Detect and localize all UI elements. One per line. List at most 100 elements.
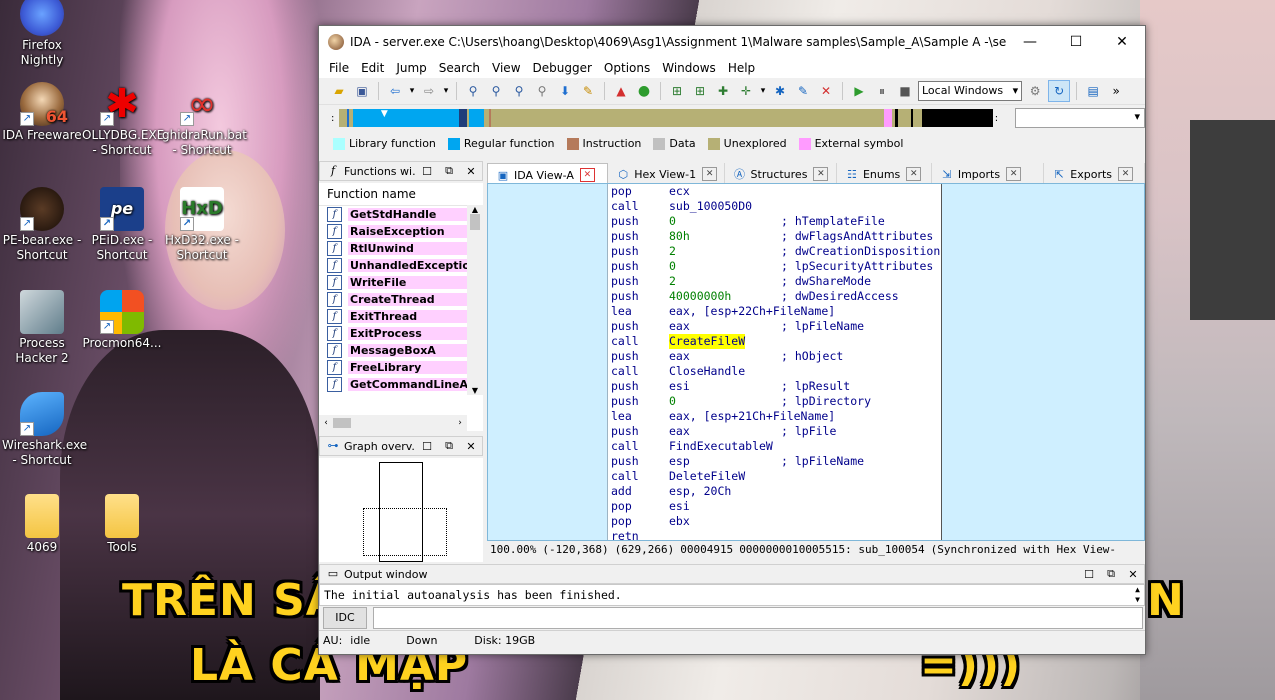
desktop-icon-ghidra[interactable]: ∞ ↗ ghidraRun.bat - Shortcut — [162, 82, 247, 158]
list-item[interactable]: f FreeLibrary — [319, 359, 483, 376]
operand[interactable]: 80h — [669, 229, 781, 244]
navigation-band[interactable]: ▼ — [338, 109, 993, 127]
disasm-line[interactable]: push eax; hObject — [608, 349, 941, 364]
forward-arrow-icon[interactable]: ⇨ — [419, 81, 439, 101]
desktop-icon-firefox[interactable]: Firefox Nightly — [2, 0, 82, 68]
graph-overview-header[interactable]: ⊶ Graph overv... ☐ ⧉ ✕ — [319, 436, 483, 456]
chevron-down-icon[interactable]: ▾ — [442, 81, 450, 101]
sparkle-icon[interactable]: ✱ — [770, 81, 790, 101]
toolbar-overflow-icon[interactable]: » — [1106, 81, 1126, 101]
minimize-button[interactable]: — — [1007, 26, 1053, 58]
edit-icon[interactable]: ✎ — [793, 81, 813, 101]
disasm-line[interactable]: pop esi — [608, 499, 941, 514]
delete-x-icon[interactable]: ✕ — [816, 81, 836, 101]
list-item[interactable]: f RtlUnwind — [319, 240, 483, 257]
list-item[interactable]: f ExitProcess — [319, 325, 483, 342]
tab-close-icon[interactable]: ✕ — [579, 168, 595, 182]
tab-close-icon[interactable]: ✕ — [1118, 167, 1134, 181]
scroll-thumb[interactable] — [333, 418, 351, 428]
pane-float-icon[interactable]: ⧉ — [1100, 567, 1122, 581]
list-item[interactable]: f UnhandledException — [319, 257, 483, 274]
operand[interactable]: DeleteFileW — [669, 469, 745, 484]
graph-viewport-rect[interactable] — [363, 508, 447, 556]
operand[interactable]: eax, [esp+22Ch+FileName] — [669, 304, 835, 319]
notes-icon[interactable]: ▤ — [1083, 81, 1103, 101]
list-item[interactable]: f MessageBoxA — [319, 342, 483, 359]
disasm-line[interactable]: push eax; lpFile — [608, 424, 941, 439]
pause-icon[interactable]: ⏸ — [872, 81, 892, 101]
warning-icon[interactable]: ▲ — [611, 81, 631, 101]
binoculars-text-icon[interactable]: ⚲ — [486, 81, 506, 101]
desktop-folder-4069[interactable]: 4069 — [2, 494, 82, 555]
add-branch-icon[interactable]: ✛ — [736, 81, 756, 101]
operand[interactable]: eax — [669, 349, 781, 364]
scroll-right-icon[interactable]: › — [453, 418, 467, 428]
disasm-line[interactable]: call CreateFileW — [608, 334, 941, 349]
disasm-line[interactable]: push 0; lpDirectory — [608, 394, 941, 409]
functions-vertical-scrollbar[interactable]: ▲ ▼ — [467, 205, 483, 395]
disasm-line[interactable]: pop ebx — [608, 514, 941, 529]
desktop-icon-ollydbg[interactable]: ✱ ↗ OLLYDBG.EXE - Shortcut — [82, 82, 164, 158]
tab-close-icon[interactable]: ✕ — [813, 167, 829, 181]
tab-hex-view-1[interactable]: ⬡ Hex View-1 ✕ — [608, 163, 725, 185]
function-name-column-header[interactable]: Function name — [319, 183, 483, 206]
menu-edit[interactable]: Edit — [355, 61, 390, 75]
output-log[interactable]: The initial autoanalysis has been finish… — [319, 584, 1145, 606]
binoculars-hex-icon[interactable]: ⚲ — [509, 81, 529, 101]
stop-icon[interactable]: ■ — [895, 81, 915, 101]
output-window-header[interactable]: ▭ Output window ☐ ⧉ ✕ — [319, 564, 1145, 584]
disasm-line[interactable]: call CloseHandle — [608, 364, 941, 379]
operand[interactable]: 2 — [669, 274, 781, 289]
chevron-down-icon[interactable]: ▾ — [759, 81, 767, 101]
operand[interactable]: eax, [esp+21Ch+FileName] — [669, 409, 835, 424]
pane-close-icon[interactable]: ✕ — [460, 165, 482, 178]
disasm-line[interactable]: push esp; lpFileName — [608, 454, 941, 469]
add-struct-icon[interactable]: ✚ — [713, 81, 733, 101]
disasm-line[interactable]: add esp, 20Ch — [608, 484, 941, 499]
tab-structures[interactable]: Ⓐ Structures ✕ — [725, 163, 837, 185]
operand[interactable]: eax — [669, 424, 781, 439]
desktop-icon-ida[interactable]: 64 ↗ IDA Freeware — [2, 82, 82, 143]
pane-close-icon[interactable]: ✕ — [1122, 568, 1144, 581]
menu-view[interactable]: View — [486, 61, 526, 75]
pane-maximize-icon[interactable]: ☐ — [1078, 568, 1100, 581]
operand[interactable]: esi — [669, 379, 781, 394]
disasm-line[interactable]: pop ecx — [608, 184, 941, 199]
desktop-icon-process-hacker[interactable]: Process Hacker 2 — [2, 290, 82, 366]
desktop-icon-pe-bear[interactable]: ↗ PE-bear.exe - Shortcut — [2, 187, 82, 263]
add-code-icon[interactable]: ⊞ — [667, 81, 687, 101]
output-scroll-icon[interactable]: ▲ ▼ — [1135, 585, 1140, 605]
command-input[interactable] — [373, 607, 1143, 629]
tab-imports[interactable]: ⇲ Imports ✕ — [932, 163, 1045, 185]
pane-float-icon[interactable]: ⧉ — [438, 164, 460, 178]
disasm-line[interactable]: push 40000000h; dwDesiredAccess — [608, 289, 941, 304]
scroll-up-icon[interactable]: ▲ — [467, 205, 483, 214]
disasm-line[interactable]: call FindExecutableW — [608, 439, 941, 454]
functions-horizontal-scrollbar[interactable]: ‹ › — [319, 415, 467, 431]
operand[interactable]: CreateFileW — [669, 334, 746, 349]
disasm-line[interactable]: push esi; lpResult — [608, 379, 941, 394]
disasm-line[interactable]: push 2; dwShareMode — [608, 274, 941, 289]
debug-options-icon[interactable]: ⚙ — [1025, 81, 1045, 101]
add-data-icon[interactable]: ⊞ — [690, 81, 710, 101]
scroll-left-icon[interactable]: ‹ — [319, 418, 333, 428]
operand[interactable]: CloseHandle — [669, 364, 745, 379]
jump-down-icon[interactable]: ⬇ — [555, 81, 575, 101]
operand[interactable]: esp — [669, 454, 781, 469]
graph-overview-canvas[interactable] — [319, 458, 483, 562]
menu-jump[interactable]: Jump — [390, 61, 432, 75]
functions-pane-header[interactable]: 𝑓 Functions wi... ☐ ⧉ ✕ — [319, 161, 483, 181]
operand[interactable]: esp, 20Ch — [669, 484, 731, 499]
tab-close-icon[interactable]: ✕ — [906, 167, 922, 181]
disasm-line[interactable]: push 0; lpSecurityAttributes — [608, 259, 941, 274]
menu-file[interactable]: File — [323, 61, 355, 75]
disasm-line[interactable]: lea eax, [esp+22Ch+FileName] — [608, 304, 941, 319]
list-item[interactable]: f ExitThread — [319, 308, 483, 325]
operand[interactable]: 0 — [669, 259, 781, 274]
disasm-line[interactable]: push 2; dwCreationDisposition — [608, 244, 941, 259]
open-folder-icon[interactable]: ▰ — [329, 81, 349, 101]
chevron-down-icon[interactable]: ▾ — [408, 81, 416, 101]
green-circle-icon[interactable]: ● — [634, 81, 654, 101]
tab-close-icon[interactable]: ✕ — [1006, 167, 1022, 181]
segment-combo[interactable] — [1014, 108, 1146, 128]
